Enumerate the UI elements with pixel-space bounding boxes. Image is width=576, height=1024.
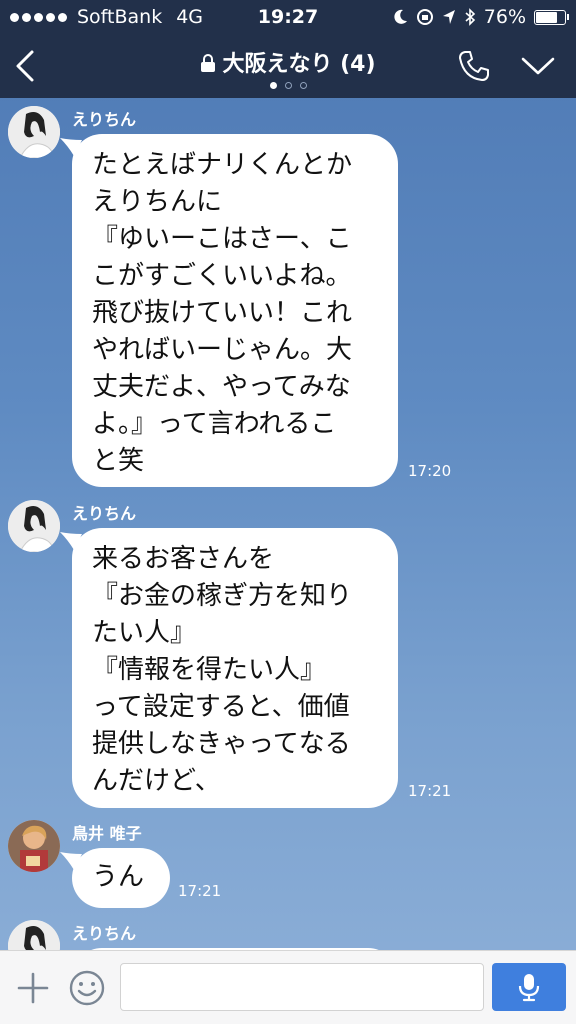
chat-title-text: 大阪えなり (4) [222, 52, 376, 77]
message-list[interactable]: えりちん たとえばナリくんとか えりちんに 『ゆいーこはさー、こ こがすごくいい… [0, 98, 576, 950]
plus-icon[interactable] [16, 971, 50, 1005]
avatar[interactable] [8, 500, 60, 552]
message-time: 17:20 [408, 462, 452, 480]
message-line: 『ゆいーこはさー、こ [92, 224, 352, 254]
chevron-down-icon[interactable] [520, 52, 556, 80]
message-input[interactable] [120, 963, 484, 1011]
bluetooth-icon [465, 8, 475, 26]
battery-percent: 76% [483, 6, 526, 28]
message-line: うん [92, 862, 145, 892]
emoji-icon[interactable] [68, 969, 106, 1007]
message-line: たい人』 [92, 618, 197, 648]
chat-header: 大阪えなり (4) [0, 34, 576, 98]
page-dot [269, 82, 277, 89]
location-icon [442, 10, 455, 24]
message-line: こがすごくいいよね。 [92, 261, 352, 291]
message-line: 飛び抜けていい！これ [92, 298, 353, 328]
message-line: 『情報を得たい人』 [92, 655, 327, 685]
message-bubble[interactable]: うん [72, 848, 170, 908]
message-line: 丈夫だよ、やってみな [92, 372, 351, 402]
status-bar: SoftBank 4G 19:27 76% [0, 0, 576, 34]
rotation-lock-icon [416, 9, 433, 25]
microphone-icon [518, 974, 540, 1002]
page-dot [284, 82, 292, 89]
moon-icon [394, 9, 407, 24]
phone-icon[interactable] [456, 48, 492, 84]
voice-button[interactable] [492, 963, 566, 1011]
message-line: 提供しなきゃってなる [92, 729, 351, 759]
network-type: 4G [176, 6, 204, 28]
sender-name: 鳥井 唯子 [72, 824, 142, 843]
message-bubble[interactable]: たとえばナリくんとか えりちんに 『ゆいーこはさー、こ こがすごくいいよね。 飛… [72, 134, 398, 487]
status-left: SoftBank 4G [10, 6, 203, 28]
message-bubble[interactable]: 来るお客さんを 『お金の稼ぎ方を知り たい人』 『情報を得たい人』 って設定する… [72, 528, 398, 808]
message-line: んだけど、 [92, 766, 221, 796]
status-right: 76% [394, 6, 569, 28]
message-line: よ。』って言われるこ [92, 409, 337, 439]
message-line: 『お金の稼ぎ方を知り [92, 581, 353, 611]
message-time: 17:21 [178, 882, 222, 900]
message-line: と笑 [92, 446, 145, 476]
message-line: って設定すると、価値 [92, 692, 350, 722]
message-line: えりちんに [92, 187, 223, 217]
page-dot [299, 82, 307, 89]
avatar[interactable] [8, 106, 60, 158]
message-line: 来るお客さんを [92, 544, 275, 574]
avatar[interactable] [8, 920, 60, 950]
sender-name: えりちん [72, 924, 137, 943]
avatar[interactable] [8, 820, 60, 872]
message-composer [0, 950, 576, 1024]
carrier-name: SoftBank [77, 6, 163, 28]
lock-icon [201, 54, 216, 72]
signal-strength-icon [10, 12, 67, 22]
sender-name: えりちん [72, 110, 137, 129]
message-time: 17:21 [408, 782, 452, 800]
sender-name: えりちん [72, 504, 137, 523]
message-line: たとえばナリくんとか [92, 150, 353, 180]
battery-icon [534, 9, 569, 25]
message-line: やればいーじゃん。大 [92, 335, 353, 365]
